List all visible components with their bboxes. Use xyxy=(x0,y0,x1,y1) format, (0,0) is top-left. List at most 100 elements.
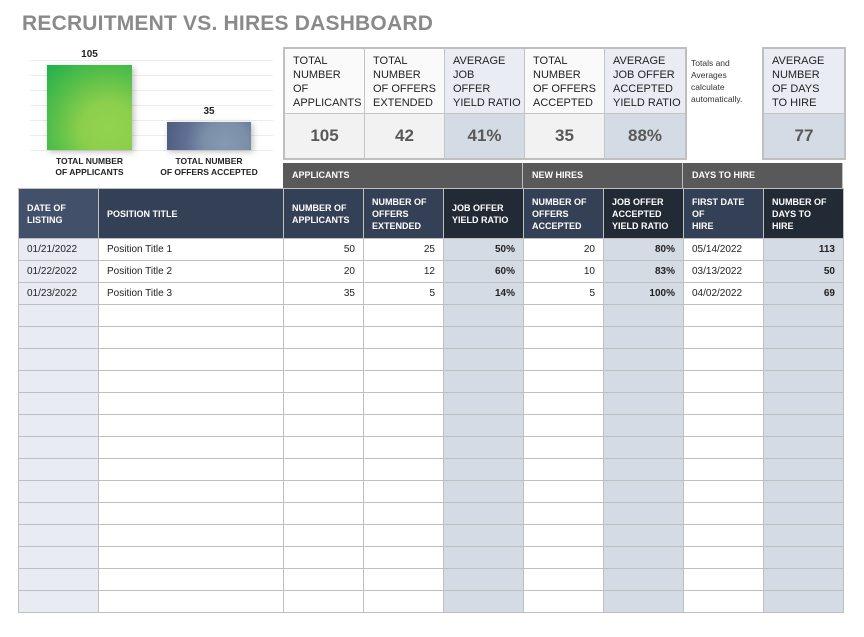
cell-date-of-listing[interactable] xyxy=(19,547,99,569)
cell-offers-extended[interactable] xyxy=(364,371,444,393)
cell-offers-extended[interactable] xyxy=(364,327,444,349)
cell-position-title[interactable] xyxy=(99,569,284,591)
cell-offers-extended[interactable]: 5 xyxy=(364,283,444,305)
cell-position-title[interactable] xyxy=(99,481,284,503)
cell-first-date-of-hire[interactable] xyxy=(684,503,764,525)
cell-number-of-applicants[interactable] xyxy=(284,393,364,415)
cell-date-of-listing[interactable] xyxy=(19,415,99,437)
cell-offers-extended[interactable] xyxy=(364,525,444,547)
cell-number-of-applicants[interactable] xyxy=(284,503,364,525)
cell-position-title[interactable] xyxy=(99,591,284,613)
cell-first-date-of-hire[interactable] xyxy=(684,327,764,349)
cell-first-date-of-hire[interactable] xyxy=(684,591,764,613)
cell-first-date-of-hire[interactable] xyxy=(684,525,764,547)
cell-date-of-listing[interactable] xyxy=(19,481,99,503)
cell-number-of-applicants[interactable] xyxy=(284,459,364,481)
cell-offers-accepted[interactable]: 20 xyxy=(524,239,604,261)
cell-number-of-applicants[interactable] xyxy=(284,327,364,349)
cell-offers-extended[interactable]: 25 xyxy=(364,239,444,261)
cell-position-title[interactable] xyxy=(99,371,284,393)
cell-number-of-applicants[interactable] xyxy=(284,547,364,569)
cell-position-title[interactable] xyxy=(99,525,284,547)
cell-first-date-of-hire[interactable] xyxy=(684,349,764,371)
cell-first-date-of-hire[interactable] xyxy=(684,459,764,481)
cell-offers-extended[interactable]: 12 xyxy=(364,261,444,283)
cell-offers-accepted[interactable]: 5 xyxy=(524,283,604,305)
cell-number-of-applicants[interactable] xyxy=(284,305,364,327)
column-header-accepted-yield-ratio[interactable]: JOB OFFER ACCEPTED YIELD RATIO xyxy=(604,189,684,239)
cell-date-of-listing[interactable]: 01/22/2022 xyxy=(19,261,99,283)
column-header-job-offer-yield-ratio[interactable]: JOB OFFER YIELD RATIO xyxy=(444,189,524,239)
cell-number-of-applicants[interactable] xyxy=(284,415,364,437)
cell-position-title[interactable] xyxy=(99,327,284,349)
cell-first-date-of-hire[interactable] xyxy=(684,393,764,415)
cell-date-of-listing[interactable] xyxy=(19,459,99,481)
cell-offers-extended[interactable] xyxy=(364,459,444,481)
cell-first-date-of-hire[interactable] xyxy=(684,415,764,437)
cell-position-title[interactable] xyxy=(99,547,284,569)
cell-date-of-listing[interactable]: 01/23/2022 xyxy=(19,283,99,305)
cell-number-of-applicants[interactable] xyxy=(284,371,364,393)
cell-offers-accepted[interactable] xyxy=(524,305,604,327)
cell-number-of-applicants[interactable] xyxy=(284,481,364,503)
cell-first-date-of-hire[interactable] xyxy=(684,305,764,327)
column-header-offers-accepted[interactable]: NUMBER OF OFFERS ACCEPTED xyxy=(524,189,604,239)
cell-offers-accepted[interactable] xyxy=(524,459,604,481)
cell-offers-extended[interactable] xyxy=(364,591,444,613)
cell-offers-extended[interactable] xyxy=(364,393,444,415)
cell-offers-accepted[interactable] xyxy=(524,437,604,459)
cell-number-of-applicants[interactable]: 20 xyxy=(284,261,364,283)
cell-position-title[interactable] xyxy=(99,393,284,415)
cell-date-of-listing[interactable] xyxy=(19,525,99,547)
cell-first-date-of-hire[interactable] xyxy=(684,547,764,569)
cell-number-of-applicants[interactable] xyxy=(284,437,364,459)
cell-number-of-applicants[interactable]: 35 xyxy=(284,283,364,305)
cell-date-of-listing[interactable] xyxy=(19,305,99,327)
cell-date-of-listing[interactable] xyxy=(19,437,99,459)
cell-offers-accepted[interactable] xyxy=(524,569,604,591)
cell-offers-accepted[interactable] xyxy=(524,481,604,503)
column-header-position-title[interactable]: POSITION TITLE xyxy=(99,189,284,239)
column-header-offers-extended[interactable]: NUMBER OF OFFERS EXTENDED xyxy=(364,189,444,239)
cell-first-date-of-hire[interactable] xyxy=(684,371,764,393)
cell-offers-extended[interactable] xyxy=(364,349,444,371)
cell-date-of-listing[interactable]: 01/21/2022 xyxy=(19,239,99,261)
cell-position-title[interactable] xyxy=(99,459,284,481)
cell-offers-accepted[interactable] xyxy=(524,349,604,371)
cell-offers-extended[interactable] xyxy=(364,415,444,437)
cell-offers-extended[interactable] xyxy=(364,547,444,569)
cell-position-title[interactable]: Position Title 2 xyxy=(99,261,284,283)
cell-number-of-applicants[interactable] xyxy=(284,349,364,371)
cell-number-of-applicants[interactable] xyxy=(284,569,364,591)
cell-first-date-of-hire[interactable] xyxy=(684,481,764,503)
cell-date-of-listing[interactable] xyxy=(19,569,99,591)
cell-offers-accepted[interactable] xyxy=(524,327,604,349)
cell-number-of-applicants[interactable] xyxy=(284,591,364,613)
cell-position-title[interactable] xyxy=(99,503,284,525)
cell-position-title[interactable]: Position Title 3 xyxy=(99,283,284,305)
cell-offers-accepted[interactable] xyxy=(524,591,604,613)
cell-first-date-of-hire[interactable]: 04/02/2022 xyxy=(684,283,764,305)
cell-offers-extended[interactable] xyxy=(364,437,444,459)
column-header-first-date-of-hire[interactable]: FIRST DATE OF HIRE xyxy=(684,189,764,239)
cell-date-of-listing[interactable] xyxy=(19,371,99,393)
cell-position-title[interactable]: Position Title 1 xyxy=(99,239,284,261)
cell-date-of-listing[interactable] xyxy=(19,327,99,349)
cell-offers-accepted[interactable] xyxy=(524,503,604,525)
cell-number-of-applicants[interactable] xyxy=(284,525,364,547)
cell-offers-accepted[interactable] xyxy=(524,415,604,437)
cell-offers-accepted[interactable] xyxy=(524,525,604,547)
cell-date-of-listing[interactable] xyxy=(19,393,99,415)
cell-offers-accepted[interactable] xyxy=(524,371,604,393)
cell-offers-accepted[interactable] xyxy=(524,547,604,569)
cell-offers-accepted[interactable]: 10 xyxy=(524,261,604,283)
cell-number-of-applicants[interactable]: 50 xyxy=(284,239,364,261)
cell-first-date-of-hire[interactable]: 03/13/2022 xyxy=(684,261,764,283)
cell-first-date-of-hire[interactable] xyxy=(684,437,764,459)
cell-position-title[interactable] xyxy=(99,349,284,371)
cell-offers-extended[interactable] xyxy=(364,569,444,591)
cell-first-date-of-hire[interactable] xyxy=(684,569,764,591)
cell-offers-extended[interactable] xyxy=(364,481,444,503)
cell-first-date-of-hire[interactable]: 05/14/2022 xyxy=(684,239,764,261)
cell-position-title[interactable] xyxy=(99,437,284,459)
